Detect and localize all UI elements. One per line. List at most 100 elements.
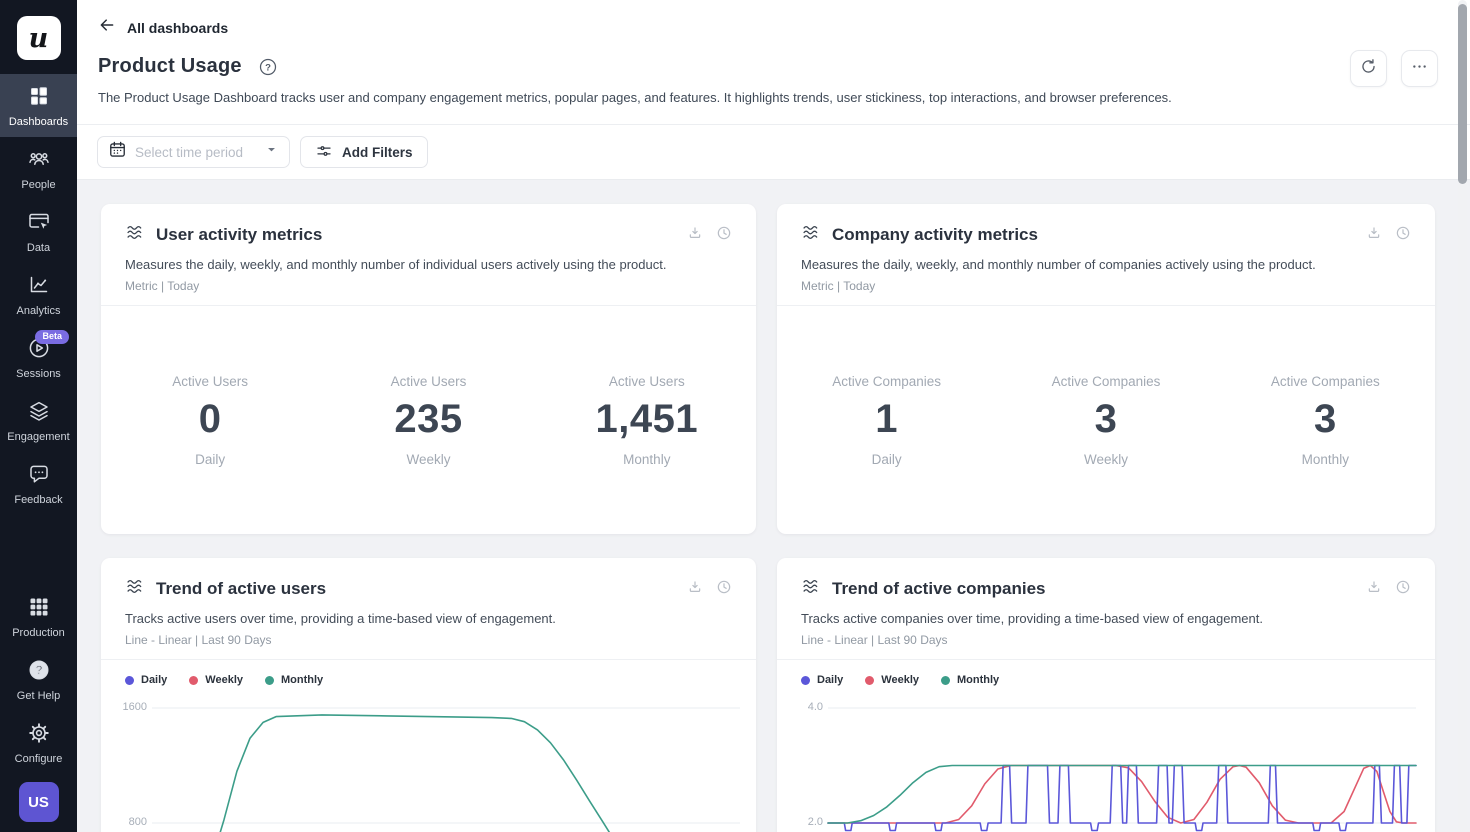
metric-weekly: Active Companies 3 Weekly (996, 374, 1215, 467)
metric-value: 3 (1216, 397, 1435, 442)
trend-users-chart[interactable]: 1600 800 (101, 695, 756, 832)
metric-weekly: Active Users 235 Weekly (319, 374, 537, 467)
analytics-chart-icon (27, 273, 51, 300)
sidebar-bottom: Production ? Get Help C (0, 585, 77, 832)
page-description: The Product Usage Dashboard tracks user … (98, 90, 1435, 124)
trend-companies-chart[interactable]: 4.02.0 (777, 695, 1435, 832)
metric-daily: Active Companies 1 Daily (777, 374, 996, 467)
wave-chart-icon (125, 576, 146, 602)
legend-dot-weekly (865, 676, 874, 685)
sidebar-item-engagement[interactable]: Engagement (0, 389, 77, 452)
card-company-activity-metrics: Company activity metrics (777, 204, 1435, 534)
card-title: Trend of active users (156, 579, 326, 599)
line-chart-canvas (828, 695, 1416, 832)
metric-value: 235 (319, 397, 537, 442)
metric-label: Active Users (538, 374, 756, 389)
wave-chart-icon (125, 222, 146, 248)
sidebar-item-label: Configure (15, 753, 63, 765)
legend-label: Daily (141, 674, 167, 686)
user-avatar[interactable]: US (19, 782, 59, 822)
line-chart-canvas (152, 695, 740, 832)
card-description: Measures the daily, weekly, and monthly … (125, 257, 732, 272)
metric-period: Weekly (319, 452, 537, 467)
sidebar-item-label: Sessions (16, 368, 61, 380)
download-icon[interactable] (1366, 225, 1382, 246)
add-filters-label: Add Filters (342, 145, 413, 160)
chart-legend: Daily Weekly Monthly (101, 660, 756, 686)
card-meta: Line - Linear | Last 90 Days (125, 633, 732, 647)
metric-period: Monthly (538, 452, 756, 467)
clock-icon[interactable] (1395, 225, 1411, 246)
sidebar-item-feedback[interactable]: Feedback (0, 452, 77, 515)
y-axis-label: 800 (101, 816, 147, 828)
download-icon[interactable] (687, 579, 703, 600)
refresh-button[interactable] (1350, 50, 1387, 87)
sidebar-item-label: Data (27, 242, 50, 254)
card-meta: Metric | Today (125, 279, 732, 293)
legend-item-daily[interactable]: Daily (801, 674, 843, 686)
sidebar-item-get-help[interactable]: ? Get Help (0, 648, 77, 711)
clock-icon[interactable] (716, 579, 732, 600)
sidebar: u Dashboards People (0, 0, 77, 832)
svg-text:?: ? (265, 62, 271, 73)
dashboard-grid: User activity metrics (77, 180, 1470, 832)
card-description: Tracks active users over time, providing… (125, 611, 732, 626)
legend-item-weekly[interactable]: Weekly (189, 674, 243, 686)
grid-dots-icon (27, 595, 51, 622)
scrollbar-thumb[interactable] (1458, 4, 1467, 184)
metric-value: 3 (996, 397, 1215, 442)
legend-item-weekly[interactable]: Weekly (865, 674, 919, 686)
layers-icon (27, 399, 51, 426)
sidebar-item-data[interactable]: Data (0, 200, 77, 263)
metric-monthly: Active Companies 3 Monthly (1216, 374, 1435, 467)
dashboards-grid-icon (27, 84, 51, 111)
legend-item-monthly[interactable]: Monthly (265, 674, 323, 686)
calendar-icon (108, 140, 127, 164)
clock-icon[interactable] (1395, 579, 1411, 600)
legend-item-daily[interactable]: Daily (125, 674, 167, 686)
sidebar-item-label: Dashboards (9, 116, 68, 128)
metric-period: Daily (777, 452, 996, 467)
legend-label: Monthly (281, 674, 323, 686)
back-label: All dashboards (127, 20, 228, 36)
chevron-down-icon (264, 142, 279, 162)
metric-value: 1 (777, 397, 996, 442)
sidebar-item-dashboards[interactable]: Dashboards (0, 74, 77, 137)
main-area: All dashboards Product Usage ? The Produ… (77, 0, 1470, 832)
help-icon[interactable]: ? (258, 57, 278, 77)
card-title: Company activity metrics (832, 225, 1038, 245)
filter-toolbar: Select time period Add Filters (77, 125, 1470, 180)
time-period-select[interactable]: Select time period (97, 136, 290, 168)
legend-dot-daily (125, 676, 134, 685)
sidebar-item-label: Production (12, 627, 65, 639)
metric-label: Active Users (101, 374, 319, 389)
chart-legend: Daily Weekly Monthly (777, 660, 1435, 686)
more-options-button[interactable] (1401, 50, 1438, 87)
add-filters-button[interactable]: Add Filters (300, 136, 428, 168)
download-icon[interactable] (687, 225, 703, 246)
y-axis-label: 1600 (101, 701, 147, 713)
sidebar-item-sessions[interactable]: Beta Sessions (0, 326, 77, 389)
sidebar-item-people[interactable]: People (0, 137, 77, 200)
page-title: Product Usage (98, 55, 242, 78)
sidebar-item-analytics[interactable]: Analytics (0, 263, 77, 326)
sidebar-item-label: Feedback (14, 494, 62, 506)
sidebar-item-production[interactable]: Production (0, 585, 77, 648)
sidebar-item-label: People (21, 179, 55, 191)
sliders-icon (315, 142, 333, 163)
back-link[interactable]: All dashboards (98, 16, 1435, 39)
sidebar-item-label: Get Help (17, 690, 60, 702)
download-icon[interactable] (1366, 579, 1382, 600)
beta-badge: Beta (35, 330, 69, 344)
userpilot-logo[interactable]: u (17, 16, 61, 60)
legend-label: Weekly (205, 674, 243, 686)
clock-icon[interactable] (716, 225, 732, 246)
sidebar-item-configure[interactable]: Configure (0, 711, 77, 774)
y-axis-label: 4.0 (777, 701, 823, 713)
legend-item-monthly[interactable]: Monthly (941, 674, 999, 686)
legend-label: Weekly (881, 674, 919, 686)
card-description: Tracks active companies over time, provi… (801, 611, 1411, 626)
card-meta: Metric | Today (801, 279, 1411, 293)
legend-label: Daily (817, 674, 843, 686)
legend-label: Monthly (957, 674, 999, 686)
